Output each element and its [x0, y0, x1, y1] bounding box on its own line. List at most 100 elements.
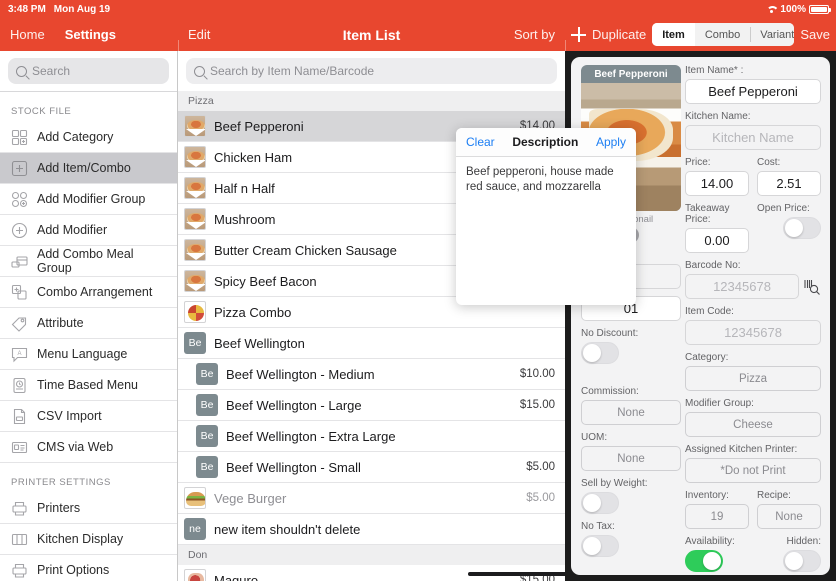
plus-icon[interactable] [571, 27, 586, 42]
open-price-label: Open Price: [757, 203, 810, 214]
kitchen-name-input[interactable]: Kitchen Name [685, 125, 821, 150]
status-bar-left: 3:48 PM Mon Aug 19 [0, 4, 110, 15]
assigned-kitchen-printer-select[interactable]: *Do not Print [685, 458, 821, 483]
item-name: Beef Wellington - Extra Large [226, 428, 396, 444]
sidebar-item-print-options[interactable]: Print Options [0, 555, 177, 581]
takeaway-price-label: Takeaway Price: [685, 203, 730, 225]
sidebar-item-combo-arrangement[interactable]: Combo Arrangement [0, 277, 177, 308]
commission-field: Commission: None [581, 386, 681, 425]
inventory-input[interactable]: 19 [685, 504, 749, 529]
category-field: Category: Pizza [685, 352, 821, 391]
sidebar-item-time-based-menu[interactable]: Time Based Menu [0, 370, 177, 401]
item-thumbnail [184, 208, 206, 230]
barcode-scan-icon[interactable] [803, 278, 821, 296]
add-modifier-icon [11, 222, 28, 239]
item-name: new item shouldn't delete [214, 521, 361, 537]
description-textarea[interactable]: Beef pepperoni, house made red sauce, an… [456, 157, 636, 204]
search-icon [16, 65, 27, 77]
no-tax-toggle[interactable] [581, 535, 619, 557]
sidebar-item-add-item-combo[interactable]: Add Item/Combo [0, 153, 177, 184]
clear-button[interactable]: Clear [466, 135, 495, 149]
item-initials-badge: Be [196, 456, 218, 478]
table-row[interactable]: Be Beef Wellington - Medium $10.00 [178, 359, 565, 390]
uom-label: UOM: [581, 432, 608, 443]
sidebar-item-csv-import[interactable]: CSV Import [0, 401, 177, 432]
item-name: Beef Wellington [214, 335, 305, 351]
sidebar-item-label: CMS via Web [37, 440, 114, 454]
segment-combo[interactable]: Combo [694, 23, 751, 46]
nav-home-button[interactable]: Home [10, 27, 45, 42]
sidebar-item-attribute[interactable]: Attribute [0, 308, 177, 339]
price-input[interactable]: 14.00 [685, 171, 749, 196]
sidebar-item-add-combo-meal-group[interactable]: Add Combo Meal Group [0, 246, 177, 277]
item-image-caption: Beef Pepperoni [594, 68, 668, 80]
sidebar-item-cms-via-web[interactable]: CMS via Web [0, 432, 177, 463]
item-name-input[interactable]: Beef Pepperoni [685, 79, 821, 104]
table-row[interactable]: Be Beef Wellington - Extra Large [178, 421, 565, 452]
sidebar-item-printers[interactable]: Printers [0, 493, 177, 524]
item-search-input[interactable]: Search by Item Name/Barcode [186, 58, 557, 84]
segment-variant[interactable]: Variant [750, 23, 795, 46]
uom-select[interactable]: None [581, 446, 681, 471]
barcode-input[interactable]: 12345678 [685, 274, 799, 299]
table-row[interactable]: Vege Burger $5.00 [178, 483, 565, 514]
save-button[interactable]: Save [800, 27, 830, 42]
price-cost-row: Price: 14.00 Cost: 2.51 [685, 157, 821, 196]
sidebar-item-add-modifier-group[interactable]: Add Modifier Group [0, 184, 177, 215]
csv-icon [11, 408, 28, 425]
price-label: Price: [685, 157, 711, 168]
sidebar-item-add-modifier[interactable]: Add Modifier [0, 215, 177, 246]
modifier-group-label: Modifier Group: [685, 398, 754, 409]
table-row[interactable]: ne new item shouldn't delete [178, 514, 565, 545]
hidden-toggle[interactable] [783, 550, 821, 572]
horizontal-scrollbar[interactable] [468, 572, 565, 576]
item-initials-badge: ne [184, 518, 206, 540]
battery-icon [809, 4, 831, 14]
sort-by-button[interactable]: Sort by [514, 27, 555, 42]
apply-button[interactable]: Apply [596, 135, 626, 149]
wifi-icon [766, 5, 777, 14]
table-row[interactable]: Be Beef Wellington - Small $5.00 [178, 452, 565, 483]
sidebar-item-add-category[interactable]: Add Category [0, 122, 177, 153]
nav-right-segment: Duplicate Item Combo Variant Save [565, 18, 836, 51]
open-price-toggle[interactable] [783, 217, 821, 239]
add-category-icon [11, 129, 28, 146]
cost-label: Cost: [757, 157, 781, 168]
category-select[interactable]: Pizza [685, 366, 821, 391]
duplicate-button[interactable]: Duplicate [592, 27, 646, 42]
sell-by-weight-toggle[interactable] [581, 492, 619, 514]
price-field: Price: 14.00 [685, 157, 749, 196]
item-thumbnail [184, 146, 206, 168]
sidebar-item-label: Add Modifier Group [37, 192, 146, 206]
item-thumbnail [184, 239, 206, 261]
description-popover: Clear Description Apply Beef pepperoni, … [456, 128, 636, 305]
status-time: 3:48 PM [8, 3, 46, 15]
table-row[interactable]: Be Beef Wellington [178, 328, 565, 359]
item-initials-badge: Be [196, 363, 218, 385]
edit-button[interactable]: Edit [188, 27, 210, 42]
commission-select[interactable]: None [581, 400, 681, 425]
item-thumbnail [184, 569, 206, 581]
sidebar-item-kitchen-display[interactable]: Kitchen Display [0, 524, 177, 555]
no-discount-toggle[interactable] [581, 342, 619, 364]
search-input[interactable]: Search [8, 58, 169, 84]
item-initials-badge: Be [184, 332, 206, 354]
item-code-input[interactable]: 12345678 [685, 320, 821, 345]
recipe-label: Recipe: [757, 490, 791, 501]
sidebar-item-menu-language[interactable]: A Menu Language [0, 339, 177, 370]
status-bar-right: 100% [766, 4, 831, 15]
segment-item[interactable]: Item [652, 23, 695, 46]
table-row[interactable]: Be Beef Wellington - Large $15.00 [178, 390, 565, 421]
availability-toggle[interactable] [685, 550, 723, 572]
item-initials-badge: Be [196, 394, 218, 416]
inventory-label: Inventory: [685, 490, 729, 501]
takeaway-price-input[interactable]: 0.00 [685, 228, 749, 253]
item-code-label: Item Code: [685, 306, 734, 317]
recipe-select[interactable]: None [757, 504, 821, 529]
sidebar-item-label: CSV Import [37, 409, 102, 423]
type-segmented-control[interactable]: Item Combo Variant [652, 23, 795, 46]
modifier-group-select[interactable]: Cheese [685, 412, 821, 437]
nav-mid-segment: Edit Item List Sort by [178, 18, 565, 51]
cost-input[interactable]: 2.51 [757, 171, 821, 196]
add-modifier-group-icon [11, 191, 28, 208]
